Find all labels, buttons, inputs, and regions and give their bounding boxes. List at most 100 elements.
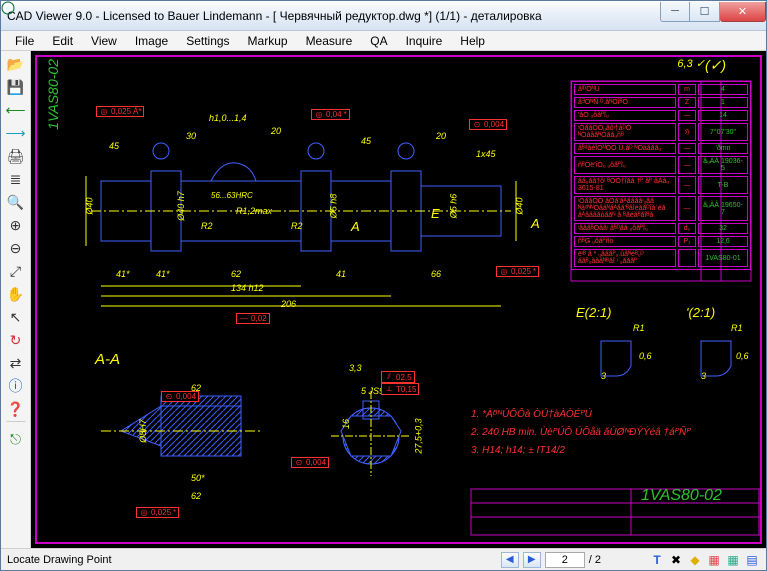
tol-g7: ⊙0,004 — [161, 391, 199, 402]
prev-page-button[interactable]: ◀ — [501, 552, 519, 568]
dim-d4: Ø5 h6 — [448, 194, 458, 219]
tol-g2: ◎0,04* — [311, 109, 350, 120]
print-icon[interactable]: 🖨 — [4, 145, 28, 167]
page-input[interactable] — [545, 552, 585, 568]
dim-l5: 66 — [431, 269, 441, 279]
titleblock-partno: 1VAS80-02 — [641, 487, 722, 505]
snap-off-icon[interactable]: ✖ — [668, 552, 684, 568]
tol-g6: ◎0,025* — [136, 507, 179, 518]
dim-t4: 0,6 — [736, 351, 749, 361]
tol-g1: ◎0,025Á* — [96, 106, 144, 117]
menu-qa[interactable]: QA — [362, 32, 395, 50]
dim-sech2: 62 — [191, 491, 201, 501]
dim-d2: Ø40 h7 — [176, 191, 186, 221]
exit-icon[interactable]: ⎋ — [4, 428, 28, 450]
menu-measure[interactable]: Measure — [298, 32, 361, 50]
dim-l2: 41* — [156, 269, 170, 279]
dim-l7: 206 — [281, 299, 296, 309]
color-toggle-icon[interactable]: ◆ — [687, 552, 703, 568]
zoom-out-icon[interactable]: ⊖ — [4, 237, 28, 259]
forward-icon[interactable]: ⟶ — [4, 122, 28, 144]
zoom-in-icon[interactable]: ⊕ — [4, 214, 28, 236]
menu-help[interactable]: Help — [452, 32, 493, 50]
page-total: / 2 — [589, 554, 601, 566]
note-1: 1. *ÀᴮᴺÚÔÔà ÒÚ†àÀÒÉᴾÚ — [471, 409, 592, 420]
dim-f1: 1x45 — [476, 149, 496, 159]
help-icon[interactable]: ❓ — [4, 398, 28, 420]
tol-g4: ◎0,025* — [496, 266, 539, 277]
dim-l4: 41 — [336, 269, 346, 279]
dim-detow: 3 — [701, 371, 706, 381]
zoom-icon[interactable]: 🔍 — [4, 191, 28, 213]
dim-a1: 45 — [109, 141, 119, 151]
back-icon[interactable]: ⟵ — [4, 99, 28, 121]
dim-keyh: 16 — [341, 419, 351, 429]
layers-icon[interactable]: ≣ — [4, 168, 28, 190]
maximize-button[interactable]: ☐ — [690, 2, 720, 22]
statusbar: Locate Drawing Point ◀ ▶ / 2 T ✖ ◆ ▦ ▦ ▤ — [1, 548, 766, 570]
left-toolbar: 📂💾⟵⟶🖨≣🔍⊕⊖⤢✋↖↻⇄ⓘ❓ ⎋ — [1, 51, 31, 548]
tol-g3: ⊙0,004 — [469, 119, 507, 130]
menu-edit[interactable]: Edit — [44, 32, 81, 50]
dim-d5: Ø40 — [515, 197, 525, 214]
layer-a-icon[interactable]: ▦ — [706, 552, 722, 568]
open-icon[interactable]: 📂 — [4, 53, 28, 75]
detail-e-label: E(2:1) — [576, 305, 611, 320]
compare-icon[interactable]: ⇄ — [4, 352, 28, 374]
window-title: CAD Viewer 9.0 - Licensed to Bauer Linde… — [7, 9, 660, 23]
tol-g9: ⫽02,5 — [381, 371, 415, 383]
layer-b-icon[interactable]: ▦ — [725, 552, 741, 568]
grid-icon[interactable]: ▤ — [744, 552, 760, 568]
extents-icon[interactable]: ⤢ — [4, 260, 28, 282]
drawing-canvas[interactable]: 1VAS80-02 6,3 ✓(✓) — [31, 51, 766, 548]
text-tool-icon[interactable]: T — [649, 552, 665, 568]
status-message: Locate Drawing Point — [7, 554, 497, 566]
pick-icon[interactable]: ↖ — [4, 306, 28, 328]
tol-g10: ⟂T0,15 — [381, 383, 419, 395]
dim-a4: 45 — [361, 136, 371, 146]
dim-d3: Ø5 h8 — [328, 194, 338, 219]
menu-inquire[interactable]: Inquire — [398, 32, 451, 50]
parameter-table: ǎᴵᴰÒᴺÚm4ǎᴲÓᴺÑ ᴰ.ǎᴺÒîᴮÓZ1'ǎÒ ᵤôǎᴾîᵤ—14ᶦÒǎ… — [571, 81, 751, 270]
dim-t3: 0,6 — [639, 351, 652, 361]
dim-a3: 20 — [271, 126, 281, 136]
titlebar: CAD Viewer 9.0 - Licensed to Bauer Linde… — [1, 1, 766, 31]
dim-l3: 62 — [231, 269, 241, 279]
menubar: File Edit View Image Settings Markup Mea… — [1, 31, 766, 51]
dim-detew: 3 — [601, 371, 606, 381]
dim-keyt: 3,3 — [349, 363, 362, 373]
dim-keyd: 27,5+0,3 — [414, 418, 424, 453]
dim-t2: 56...63HRC — [211, 191, 253, 200]
dim-secd: Ø8H7 — [138, 419, 148, 443]
note-2: 2. 240 HB min. ÙèᴾÚÔ ÚÔåä ǎÙØᴺÐÝÝéâ †áᴾÑ… — [471, 427, 691, 438]
tol-g5: ⊙0,004 — [291, 457, 329, 468]
dim-a5: 20 — [436, 131, 446, 141]
save-icon[interactable]: 💾 — [4, 76, 28, 98]
menu-file[interactable]: File — [7, 32, 42, 50]
detail-other-label: '(2:1) — [686, 305, 715, 320]
dim-l1: 41* — [116, 269, 130, 279]
tol-g8: —0,02 — [236, 313, 270, 324]
menu-view[interactable]: View — [83, 32, 125, 50]
dim-l6: 134 h12 — [231, 283, 264, 293]
menu-image[interactable]: Image — [127, 32, 176, 50]
note-3: 3. H14; h14; ± IT14/2 — [471, 445, 565, 456]
section-aa-label: A-A — [95, 351, 120, 368]
app-icon — [0, 0, 16, 16]
dim-r3: R2 — [201, 221, 213, 231]
menu-markup[interactable]: Markup — [240, 32, 296, 50]
dim-sech: 50* — [191, 473, 205, 483]
menu-settings[interactable]: Settings — [178, 32, 237, 50]
dim-t1: h1,0...1,4 — [209, 113, 247, 123]
sep — [6, 421, 26, 427]
next-page-button[interactable]: ▶ — [523, 552, 541, 568]
pan-icon[interactable]: ✋ — [4, 283, 28, 305]
dim-a2: 30 — [186, 131, 196, 141]
minimize-button[interactable]: ─ — [660, 2, 690, 22]
dim-r1: R1,2max — [236, 206, 272, 216]
dim-r5: R1 — [731, 323, 743, 333]
rotate-icon[interactable]: ↻ — [4, 329, 28, 351]
info-icon[interactable]: ⓘ — [4, 375, 28, 397]
dim-r2: R2 — [291, 221, 303, 231]
close-button[interactable]: ✕ — [720, 2, 766, 22]
